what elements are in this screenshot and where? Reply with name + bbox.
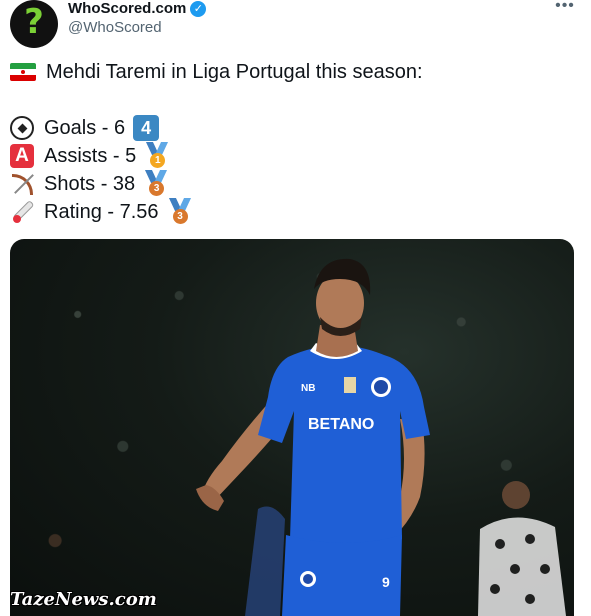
display-name-row[interactable]: WhoScored.com ✓	[68, 0, 207, 17]
gold-medal-icon: 1	[144, 142, 170, 170]
bronze-medal-icon: 3	[167, 198, 193, 226]
tweet-photo[interactable]: NB BETANO 9 TazeNews.com	[10, 239, 574, 616]
question-mark-logo-icon: ?	[24, 2, 44, 42]
stat-rating: Rating - 7.56 3	[10, 198, 193, 226]
display-name[interactable]: WhoScored.com	[68, 0, 186, 17]
tweet-title-line: Mehdi Taremi in Liga Portugal this seaso…	[10, 59, 423, 85]
keycap-4-icon: 4	[133, 115, 160, 141]
jersey-sponsor: BETANO	[308, 416, 374, 433]
letter-a-icon: A	[10, 144, 34, 168]
stat-assists: A Assists - 5 1	[10, 142, 170, 170]
avatar[interactable]: ?	[10, 0, 58, 48]
opponent-player	[478, 481, 566, 616]
main-player: NB BETANO 9	[196, 258, 430, 616]
svg-text:9: 9	[382, 574, 390, 590]
stat-shots: Shots - 38 3	[10, 170, 169, 198]
stat-shots-label: Shots - 38	[44, 173, 136, 195]
stat-rating-label: Rating - 7.56	[44, 201, 159, 223]
handle[interactable]: @WhoScored	[68, 19, 162, 36]
bronze-medal-icon: 3	[143, 170, 169, 198]
verified-badge-icon: ✓	[190, 0, 207, 17]
watermark-text: TazeNews.com	[10, 589, 157, 610]
player-illustration: NB BETANO 9	[196, 258, 566, 616]
more-options-icon[interactable]: •••	[553, 0, 577, 14]
thermometer-icon	[10, 200, 34, 224]
tweet: ? WhoScored.com ✓ @WhoScored ••• Mehdi T…	[0, 0, 591, 616]
iran-flag-icon	[10, 63, 36, 81]
tweet-title-text: Mehdi Taremi in Liga Portugal this seaso…	[46, 61, 423, 83]
stat-goals: Goals - 6 4	[10, 115, 160, 141]
svg-text:NB: NB	[301, 383, 315, 394]
bow-arrow-icon	[10, 172, 34, 196]
stat-goals-label: Goals - 6	[44, 117, 126, 139]
stat-assists-label: Assists - 5	[44, 145, 137, 167]
soccer-ball-icon	[10, 116, 34, 140]
